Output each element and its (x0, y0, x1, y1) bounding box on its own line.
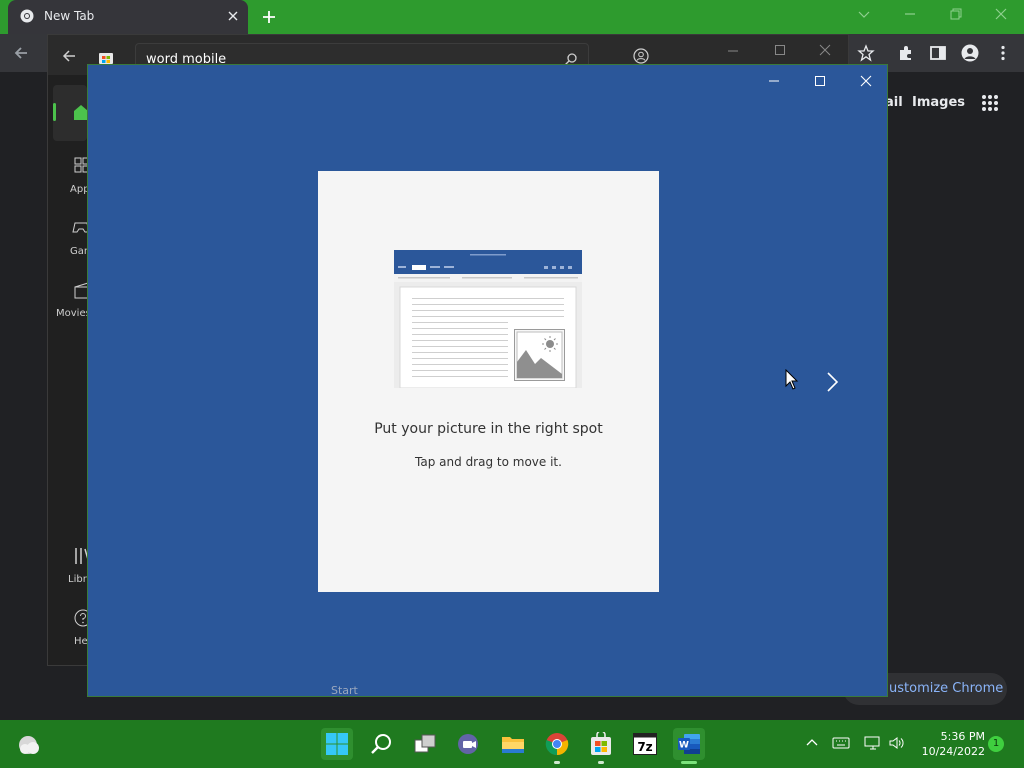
start-icon (326, 733, 348, 755)
start-tooltip: Start (331, 684, 358, 697)
chrome-tab-strip: New Tab (0, 0, 1024, 34)
7zip-icon: 7z (633, 733, 657, 755)
running-indicator (598, 761, 604, 764)
chevron-right-icon[interactable] (823, 370, 841, 394)
7zip-taskbar-button[interactable]: 7z (629, 728, 661, 760)
cursor-icon (785, 369, 799, 391)
taskbar-search-button[interactable] (365, 728, 397, 760)
account-icon[interactable] (633, 48, 649, 64)
extensions-icon[interactable] (897, 44, 915, 62)
maximize-icon[interactable] (773, 43, 787, 57)
network-icon[interactable] (864, 736, 882, 750)
teams-icon (457, 733, 481, 755)
more-icon[interactable] (994, 44, 1012, 62)
close-icon[interactable] (993, 6, 1009, 22)
minimize-icon[interactable] (726, 44, 740, 58)
store-taskbar-button[interactable] (585, 728, 617, 764)
back-arrow-icon[interactable] (12, 44, 30, 62)
restore-icon[interactable] (948, 6, 964, 22)
close-icon[interactable] (226, 9, 240, 23)
minimize-icon[interactable] (902, 6, 918, 22)
maximize-icon[interactable] (812, 73, 828, 89)
store-taskbar-icon (590, 732, 612, 756)
close-icon[interactable] (858, 73, 874, 89)
document-picture-illustration (394, 250, 582, 388)
back-arrow-icon[interactable] (61, 48, 77, 64)
images-link[interactable]: Images (912, 95, 965, 110)
task-view-icon (414, 734, 436, 754)
chevron-up-icon[interactable] (805, 736, 819, 750)
chrome-taskbar-icon (545, 732, 569, 756)
system-clock[interactable]: 5:36 PM 10/24/2022 (915, 729, 985, 759)
running-indicator (554, 761, 560, 764)
word-taskbar-button[interactable]: W (673, 728, 705, 764)
minimize-icon[interactable] (766, 73, 782, 89)
sidebar-item-home[interactable] (53, 85, 88, 141)
teams-chat-button[interactable] (453, 728, 485, 760)
sidebar-item-label: He (74, 636, 88, 647)
start-button[interactable] (321, 728, 353, 760)
profile-icon[interactable] (961, 44, 979, 62)
chrome-taskbar-button[interactable] (541, 728, 573, 764)
sidepanel-icon[interactable] (929, 44, 947, 62)
word-window: Put your picture in the right spot Tap a… (87, 64, 888, 697)
star-icon[interactable] (857, 44, 875, 62)
word-icon: W (677, 732, 701, 756)
file-explorer-icon (501, 734, 525, 754)
file-explorer-button[interactable] (497, 728, 529, 760)
clock-date: 10/24/2022 (921, 745, 985, 758)
close-icon[interactable] (818, 43, 832, 57)
sidebar-item-label: Movies (56, 308, 91, 319)
active-indicator (53, 103, 56, 121)
card-subtitle: Tap and drag to move it. (415, 455, 562, 469)
store-icon (98, 49, 114, 65)
notification-badge[interactable]: 1 (988, 736, 1004, 752)
keyboard-icon[interactable] (832, 736, 850, 750)
plus-icon[interactable] (260, 8, 278, 26)
search-taskbar-icon (370, 733, 392, 755)
svg-text:W: W (679, 741, 689, 751)
active-indicator (681, 761, 697, 764)
svg-text:7z: 7z (637, 740, 652, 754)
apps-grid-icon[interactable] (981, 94, 999, 112)
tab-new-tab[interactable]: New Tab (8, 0, 248, 34)
chrome-logo-icon (20, 9, 34, 23)
task-view-button[interactable] (409, 728, 441, 760)
chevron-down-icon[interactable] (856, 6, 872, 22)
tab-title: New Tab (44, 9, 95, 23)
clock-time: 5:36 PM (940, 730, 985, 743)
weather-icon[interactable] (16, 734, 42, 756)
volume-icon[interactable] (888, 736, 906, 750)
card-title: Put your picture in the right spot (374, 421, 603, 437)
tutorial-card: Put your picture in the right spot Tap a… (318, 171, 659, 592)
